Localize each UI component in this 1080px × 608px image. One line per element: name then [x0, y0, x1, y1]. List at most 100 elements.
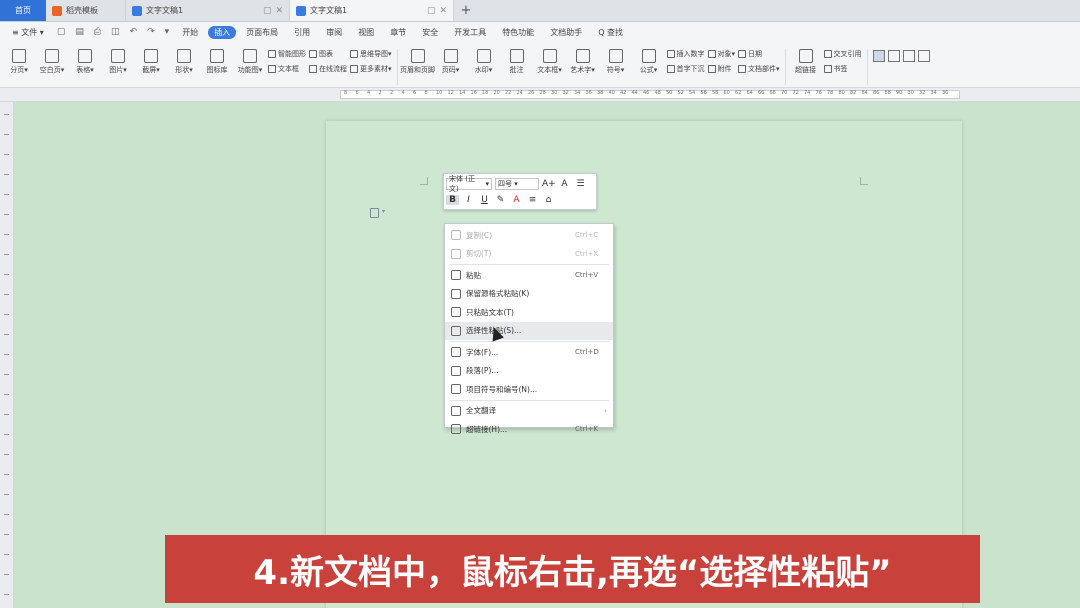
tab-document-2[interactable]: 文字文稿1 ▢ ✕: [290, 0, 454, 21]
ribbon-small-col4-0[interactable]: 插入数字: [666, 49, 705, 59]
font-color-button[interactable]: A: [510, 195, 523, 205]
ribbon-big2-5[interactable]: 艺术字▾: [568, 45, 598, 75]
undo-icon[interactable]: ↶: [127, 27, 141, 37]
ribbon-insert: 分页▾ 空白页▾ 表格▾ 图片▾ 截屏▾ 形状▾ 图标库 功能图▾ 智能图形文本框 图表在线流程 思…: [0, 42, 1080, 88]
context-menu-item-3[interactable]: 保留源格式粘贴(K): [445, 285, 613, 304]
view-mode-icon[interactable]: [917, 50, 930, 62]
menu-item-7[interactable]: 安全: [416, 26, 444, 39]
grow-font-button[interactable]: A+: [542, 179, 556, 189]
font-size-select[interactable]: 四号 ▾: [495, 178, 539, 190]
ribbon-small-col1-1[interactable]: 文本框: [268, 64, 306, 74]
menu-item-1[interactable]: 插入: [208, 25, 237, 39]
new-icon[interactable]: ▢: [54, 27, 69, 37]
ribbon-big3-0[interactable]: 超链接: [791, 45, 821, 75]
tab-document-1[interactable]: 文字文稿1 ▢ ✕: [126, 0, 290, 21]
ribbon-label: 图表: [319, 50, 333, 58]
ribbon-big-7[interactable]: 功能图▾: [235, 45, 265, 75]
paste-options-icon[interactable]: [370, 208, 379, 218]
ribbon-label: 思维导图▾: [360, 50, 392, 58]
ribbon-small-col7-1[interactable]: 书签: [823, 64, 862, 74]
align-icon[interactable]: ≡: [526, 195, 539, 205]
open-icon[interactable]: ▤: [72, 27, 87, 37]
ribbon-big2-3[interactable]: 批注: [502, 45, 532, 75]
more-icon[interactable]: ▾: [162, 27, 173, 37]
ribbon-small-col3-0[interactable]: 思维导图▾: [350, 49, 392, 59]
menu-item-0[interactable]: 开始: [176, 26, 204, 39]
tab-pin-icon[interactable]: ▢: [263, 6, 272, 16]
menu-item-6[interactable]: 章节: [384, 26, 412, 39]
ribbon-big-3[interactable]: 图片▾: [103, 45, 133, 75]
ribbon-small-col1-0[interactable]: 智能图形: [268, 49, 306, 59]
tab-close-icon[interactable]: ✕: [275, 6, 283, 16]
menu-item-2[interactable]: 页面布局: [240, 26, 284, 39]
tab-docer[interactable]: 稻壳模板: [46, 0, 126, 21]
ribbon-big-0[interactable]: 分页▾: [4, 45, 34, 75]
ribbon-tool-icon: [738, 65, 747, 73]
ribbon-big2-7[interactable]: 公式▾: [634, 45, 664, 75]
menu-item-3[interactable]: 引用: [288, 26, 316, 39]
menu-item-icon: [451, 347, 461, 358]
context-menu-item-8[interactable]: 项目符号和编号(N)...: [445, 380, 613, 399]
context-menu-item-9[interactable]: 全文翻译 ›: [445, 402, 613, 421]
ribbon-big2-6[interactable]: 符号▾: [601, 45, 631, 75]
ribbon-small-col7-0[interactable]: 交叉引用: [823, 49, 862, 59]
clear-format-icon[interactable]: ⌂: [542, 195, 555, 205]
context-menu-item-10[interactable]: 超链接(H)... Ctrl+K: [445, 420, 613, 439]
tab-home[interactable]: 首页: [0, 0, 46, 21]
ribbon-big2-2[interactable]: 水印▾: [469, 45, 499, 75]
menu-item-8[interactable]: 开发工具: [448, 26, 492, 39]
print-icon[interactable]: ⎙: [91, 27, 104, 37]
ribbon-small-col2-0[interactable]: 图表: [309, 49, 347, 59]
ruler-number: 4: [367, 90, 371, 96]
shrink-font-button[interactable]: A: [558, 179, 571, 189]
ribbon-tool-icon: [542, 49, 557, 63]
highlight-icon[interactable]: ✎: [494, 195, 507, 205]
underline-button[interactable]: U: [478, 195, 491, 205]
menu-item-9[interactable]: 特色功能: [496, 26, 540, 39]
ribbon-big-1[interactable]: 空白页▾: [37, 45, 67, 75]
menu-item-10[interactable]: 文档助手: [544, 26, 588, 39]
ruler-number: 84: [861, 90, 868, 96]
font-name-select[interactable]: 宋体 (正文) ▾: [446, 175, 492, 193]
italic-button[interactable]: I: [462, 195, 475, 205]
ribbon-big-2[interactable]: 表格▾: [70, 45, 100, 75]
file-menu[interactable]: ≡ 文件 ▾: [6, 26, 50, 39]
preview-icon[interactable]: ◫: [108, 27, 123, 37]
ruler-number: 40: [608, 90, 615, 96]
ribbon-small-col3-1[interactable]: 更多素材▾: [350, 64, 392, 74]
ribbon-big2-1[interactable]: 页码▾: [436, 45, 466, 75]
context-menu-item-5[interactable]: 选择性粘贴(S)...: [445, 321, 613, 340]
menu-separator: [449, 399, 609, 401]
menu-item-4[interactable]: 审阅: [320, 26, 348, 39]
ribbon-big-6[interactable]: 图标库: [202, 45, 232, 75]
ribbon-label: 页码▾: [441, 66, 460, 74]
ribbon-big2-0[interactable]: 页眉和页脚: [400, 45, 435, 75]
ribbon-small-col4-1[interactable]: 首字下沉: [666, 64, 705, 74]
ribbon-small-col2-1[interactable]: 在线流程: [309, 64, 347, 74]
ribbon-label: 在线流程: [319, 65, 347, 73]
view-mode-icon[interactable]: [902, 50, 915, 62]
redo-icon[interactable]: ↷: [144, 27, 158, 37]
view-mode-icon[interactable]: [887, 50, 900, 62]
ribbon-small-col6-0[interactable]: 日期: [738, 49, 780, 59]
ribbon-small-col5-0[interactable]: 对象▾: [707, 49, 735, 59]
menu-item-5[interactable]: 视图: [352, 26, 380, 39]
ribbon-big-5[interactable]: 形状▾: [169, 45, 199, 75]
context-menu-item-7[interactable]: 段落(P)...: [445, 362, 613, 381]
ruler-number: 18: [482, 90, 489, 96]
ribbon-small-col5-1[interactable]: 附件: [707, 64, 736, 74]
ribbon-big-4[interactable]: 截屏▾: [136, 45, 166, 75]
context-menu-item-2[interactable]: 粘贴 Ctrl+V: [445, 266, 613, 285]
tab-pin-icon[interactable]: ▢: [427, 6, 436, 16]
context-menu-item-6[interactable]: 字体(F)... Ctrl+D: [445, 343, 613, 362]
tab-close-icon[interactable]: ✕: [439, 6, 447, 16]
ribbon-big2-4[interactable]: 文本框▾: [535, 45, 565, 75]
context-menu-item-4[interactable]: 只粘贴文本(T): [445, 303, 613, 322]
paste-options-arrow-icon[interactable]: ▾: [382, 208, 385, 215]
line-spacing-icon[interactable]: ☰: [574, 179, 587, 189]
view-mode-icon[interactable]: [872, 50, 885, 62]
ribbon-small-col6-1[interactable]: 文档部件▾: [738, 64, 780, 74]
menu-item-11[interactable]: Q 查找: [592, 26, 629, 39]
new-tab-button[interactable]: +: [454, 0, 478, 21]
bold-button[interactable]: B: [446, 195, 459, 205]
